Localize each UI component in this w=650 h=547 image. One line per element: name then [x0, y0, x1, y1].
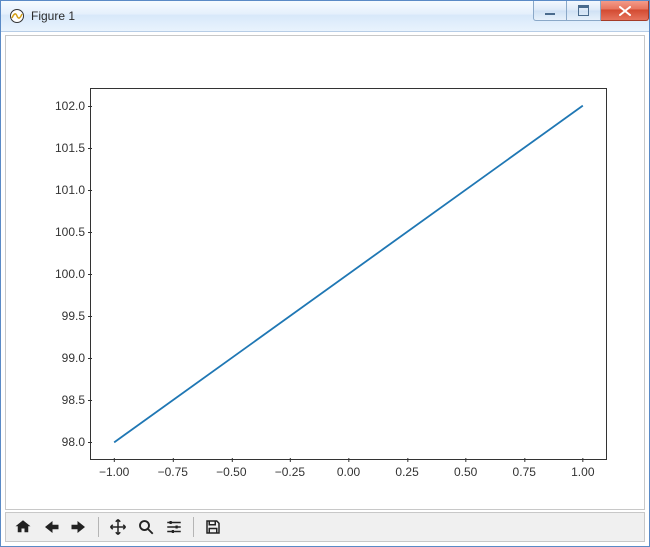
figure-window: Figure 1 98.0 98.5 99.0 99.5 100.0 100.5 101.0… — [0, 0, 650, 547]
home-button[interactable] — [10, 515, 36, 539]
window-title: Figure 1 — [31, 9, 75, 23]
nav-toolbar — [5, 512, 645, 542]
back-button[interactable] — [38, 515, 64, 539]
x-tick-label: −0.25 — [275, 459, 305, 479]
x-tick-label: −1.00 — [99, 459, 129, 479]
close-button[interactable] — [601, 1, 649, 21]
y-tick-label: 99.5 — [62, 309, 91, 323]
axes: 98.098.599.099.5100.0100.5101.0101.5102.… — [90, 88, 607, 460]
move-icon — [109, 518, 127, 536]
titlebar: Figure 1 — [1, 1, 649, 32]
figure-canvas[interactable]: 98.0 98.5 99.0 99.5 100.0 100.5 101.0 101.5 102.… — [5, 35, 645, 510]
x-tick-label: 1.00 — [571, 459, 594, 479]
save-icon — [204, 518, 222, 536]
y-tick-label: 100.5 — [55, 225, 91, 239]
magnifier-icon — [137, 518, 155, 536]
maximize-button[interactable] — [567, 1, 601, 21]
plot-area: 98.0 98.5 99.0 99.5 100.0 100.5 101.0 101.5 102.… — [6, 36, 644, 509]
save-button[interactable] — [200, 515, 226, 539]
x-tick-label: 0.75 — [513, 459, 536, 479]
forward-button[interactable] — [66, 515, 92, 539]
minimize-button[interactable] — [533, 1, 567, 21]
arrow-left-icon — [42, 518, 60, 536]
y-tick-label: 101.0 — [55, 183, 91, 197]
x-tick-label: −0.50 — [216, 459, 246, 479]
arrow-right-icon — [70, 518, 88, 536]
y-tick-label: 101.5 — [55, 141, 91, 155]
separator — [98, 517, 99, 537]
sliders-icon — [165, 518, 183, 536]
home-icon — [14, 518, 32, 536]
separator — [193, 517, 194, 537]
subplots-button[interactable] — [161, 515, 187, 539]
x-tick-label: 0.00 — [337, 459, 360, 479]
x-tick-label: 0.50 — [454, 459, 477, 479]
y-tick-label: 98.0 — [62, 435, 91, 449]
y-tick-label: 98.5 — [62, 393, 91, 407]
window-controls — [533, 1, 649, 21]
x-tick-label: −0.75 — [158, 459, 188, 479]
pan-button[interactable] — [105, 515, 131, 539]
line-plot — [91, 89, 606, 459]
y-tick-label: 99.0 — [62, 351, 91, 365]
y-tick-label: 100.0 — [55, 267, 91, 281]
y-tick-label: 102.0 — [55, 99, 91, 113]
data-line — [114, 106, 583, 443]
zoom-button[interactable] — [133, 515, 159, 539]
x-tick-label: 0.25 — [395, 459, 418, 479]
app-icon — [9, 8, 25, 24]
